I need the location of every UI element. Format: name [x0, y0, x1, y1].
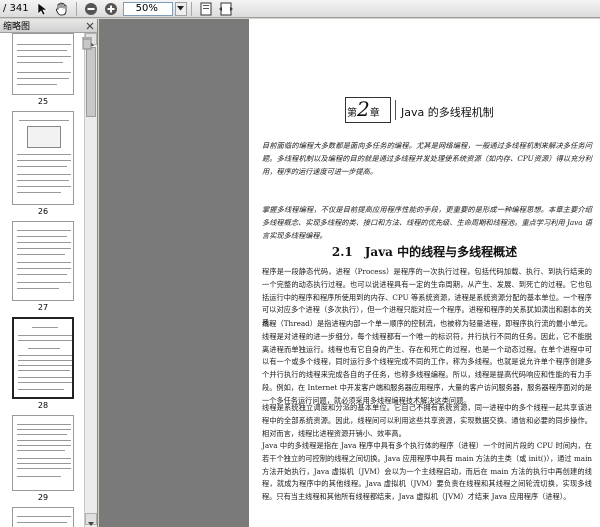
- zoom-out-icon: [84, 2, 97, 15]
- fit-width-icon: [218, 2, 233, 15]
- thumbnail-page-26[interactable]: [12, 111, 74, 205]
- thumbnail-page-28[interactable]: [12, 317, 74, 399]
- chapter-abstract: 目前面临的编程大多数都是面向多任务的编程。尤其是网络编程，一般通过多线程机制来解…: [262, 141, 592, 176]
- body-paragraph: 线程是系统独立调度和分派的基本单位。它自己不拥有系统资源，同一进程中的多个线程一…: [262, 403, 592, 438]
- thumbnail-list: 25 26 27 28 29: [0, 33, 84, 527]
- hand-tool-button[interactable]: [54, 1, 70, 17]
- fit-page-icon: [200, 2, 212, 15]
- chapter-divider: [395, 100, 396, 120]
- zoom-in-icon: [104, 2, 117, 15]
- thumbnail-panel-header: 缩略图: [0, 19, 97, 33]
- toolbar: / 341 50%: [0, 0, 600, 18]
- cursor-arrow-icon: [37, 1, 48, 15]
- thumbnail-page-29[interactable]: [12, 415, 74, 491]
- chevron-down-icon: [88, 522, 94, 526]
- thumbnail-page-number: 29: [37, 493, 49, 502]
- toolbar-separator: [75, 1, 77, 16]
- chapter-summary: 掌握多线程编程，不仅是目前提高应用程序性能的手段，更重要的是形成一种编程思想。本…: [262, 205, 592, 240]
- thumbnail-page-27[interactable]: [12, 221, 74, 301]
- thumbnail-page-number: 28: [37, 401, 49, 410]
- trash-icon: [82, 37, 92, 50]
- fit-width-button[interactable]: [218, 1, 234, 17]
- page-count: / 341: [3, 3, 29, 14]
- thumbnail-panel: 缩略图 25 26 27 28 29: [0, 19, 98, 527]
- thumbnail-scrollbar[interactable]: [84, 33, 97, 527]
- pdf-viewer-window: / 341 50% 缩略图 25 26 27 28 29 第2章 Java 的多…: [0, 0, 600, 527]
- zoom-in-button[interactable]: [103, 1, 119, 17]
- thumbnail-panel-body: 25 26 27 28 29: [0, 33, 97, 527]
- chapter-heading: 第2章 Java 的多线程机制: [345, 97, 495, 123]
- document-page: 第2章 Java 的多线程机制 目前面临的编程大多数都是面向多任务的编程。尤其是…: [249, 19, 600, 527]
- thumbnail-page-number: 26: [37, 207, 49, 216]
- section-title: 2.1 Java 中的线程与多线程概述: [331, 245, 518, 259]
- zoom-dropdown-button[interactable]: [174, 1, 187, 16]
- thumbnail-page-number: 27: [37, 303, 49, 312]
- scroll-down-button[interactable]: [85, 513, 97, 526]
- document-workspace[interactable]: 第2章 Java 的多线程机制 目前面临的编程大多数都是面向多任务的编程。尤其是…: [99, 19, 600, 527]
- fit-page-button[interactable]: [198, 1, 214, 17]
- body-paragraph: Java 中的多线程是指在 Java 程序中具有多个执行体的程序（进程）一个时间…: [262, 441, 592, 502]
- hand-icon: [56, 2, 67, 15]
- chapter-title: Java 的多线程机制: [401, 106, 494, 119]
- thumbnail-page-number: 25: [37, 97, 49, 106]
- thumbnail-page-30[interactable]: [12, 507, 74, 527]
- chevron-down-icon: [177, 6, 185, 11]
- select-tool-button[interactable]: [34, 1, 50, 17]
- chapter-label: 第2章: [347, 97, 380, 121]
- thumbnail-options-button[interactable]: [81, 35, 95, 50]
- thumbnail-panel-title: 缩略图: [3, 22, 31, 32]
- scroll-thumb[interactable]: [86, 47, 96, 117]
- zoom-input[interactable]: 50%: [122, 1, 173, 16]
- close-icon[interactable]: [86, 22, 94, 30]
- zoom-out-button[interactable]: [83, 1, 99, 17]
- thumbnail-page-25[interactable]: [12, 33, 74, 95]
- body-paragraph: 线程（Thread）是指进程内部一个单一顺序的控制流，也被称为轻量进程，即程序执…: [262, 319, 592, 405]
- toolbar-separator: [190, 1, 192, 16]
